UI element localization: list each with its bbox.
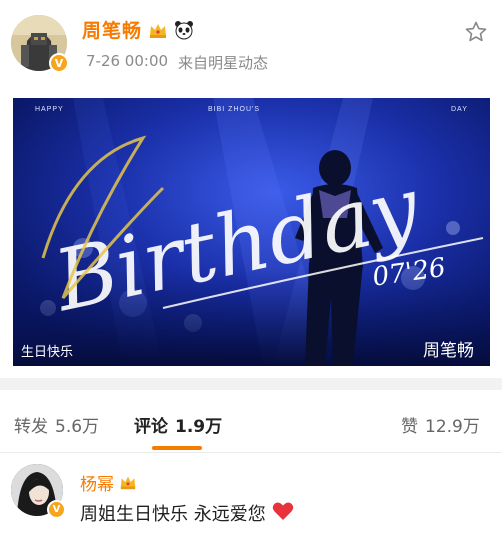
image-text-day: DAY bbox=[451, 106, 468, 113]
image-text-happy: HAPPY bbox=[35, 106, 64, 113]
post-timestamp: 7-26 00:00 bbox=[86, 52, 169, 70]
divider bbox=[0, 452, 502, 453]
repost-label: 转发 bbox=[14, 417, 48, 437]
author-name[interactable]: 周笔畅 bbox=[82, 16, 142, 43]
comment-tab[interactable]: 评论 1.9万 bbox=[134, 412, 222, 437]
comment-item: V 杨幂 周姐生日快乐 永远爱您 bbox=[0, 460, 502, 533]
crown-icon bbox=[119, 473, 139, 493]
like-label: 赞 bbox=[401, 417, 418, 437]
post-meta: 7-26 00:00 来自明星动态 bbox=[86, 52, 268, 73]
image-text-shengri: 生日快乐 bbox=[21, 345, 73, 360]
like-button[interactable]: 赞 12.9万 bbox=[401, 412, 480, 437]
commenter-name[interactable]: 杨幂 bbox=[80, 470, 114, 495]
comment-text: 周姐生日快乐 永远爱您 bbox=[80, 504, 266, 525]
commenter-verified-badge-icon: V bbox=[47, 500, 66, 519]
post-header: V 周笔畅 7-26 00:00 来自明星动态 bbox=[0, 0, 502, 88]
commenter-name-row: 杨幂 bbox=[80, 470, 139, 495]
repost-count: 5.6万 bbox=[55, 417, 100, 437]
author-name-row: 周笔畅 bbox=[82, 16, 194, 43]
heart-icon bbox=[272, 501, 294, 526]
action-bar: 转发 5.6万 评论 1.9万 赞 12.9万 bbox=[0, 400, 502, 450]
crown-icon bbox=[148, 20, 168, 40]
verified-badge-icon: V bbox=[49, 53, 69, 73]
commenter-avatar[interactable]: V bbox=[11, 464, 66, 519]
section-separator bbox=[0, 378, 502, 390]
image-text-author: 周笔畅 bbox=[423, 341, 474, 361]
active-tab-indicator bbox=[152, 446, 202, 450]
post-image[interactable]: HAPPY BIBI ZHOU'S DAY Birthday 07'26 生日快… bbox=[13, 98, 490, 366]
repost-button[interactable]: 转发 5.6万 bbox=[14, 412, 99, 437]
comment-count: 1.9万 bbox=[175, 417, 223, 437]
comment-text-row: 周姐生日快乐 永远爱您 bbox=[80, 500, 294, 526]
comment-label: 评论 bbox=[134, 417, 168, 437]
post-source[interactable]: 来自明星动态 bbox=[178, 52, 268, 73]
author-avatar[interactable]: V bbox=[11, 15, 69, 73]
star-icon[interactable] bbox=[464, 20, 488, 44]
image-text-bibi: BIBI ZHOU'S bbox=[208, 106, 260, 113]
like-count: 12.9万 bbox=[425, 417, 480, 437]
panda-icon bbox=[174, 20, 194, 40]
